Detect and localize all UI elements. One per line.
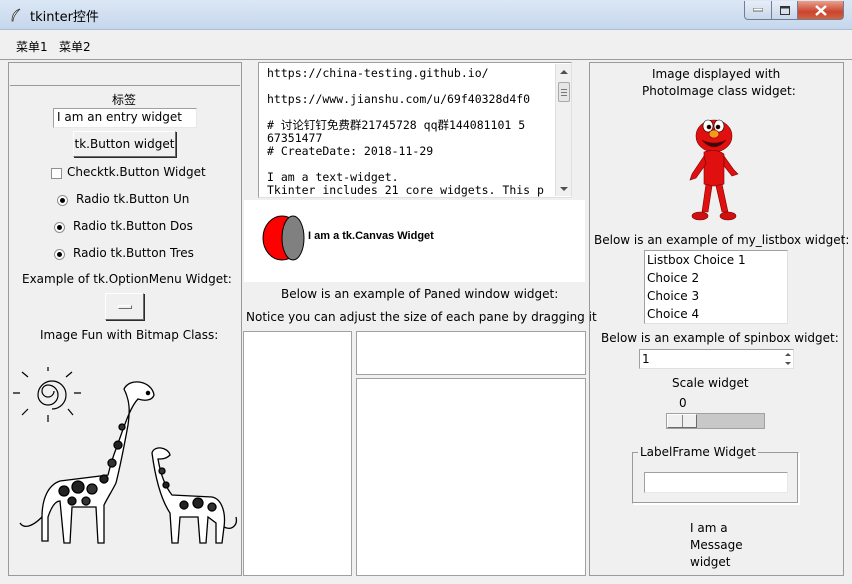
radio-tres-button[interactable] (54, 249, 65, 260)
canvas-oval-shape (262, 215, 305, 261)
scale-slider-handle[interactable] (667, 414, 697, 428)
photo-caption-1: Image displayed with (652, 67, 781, 81)
minimize-button[interactable] (744, 1, 772, 20)
radio-dos-label: Radio tk.Button Dos (73, 219, 193, 233)
scroll-thumb[interactable] (558, 82, 570, 102)
text-scrollbar[interactable] (555, 64, 571, 196)
labelframe-entry[interactable] (644, 472, 788, 493)
listbox-item[interactable]: Choice 4 (647, 307, 699, 321)
bitmap-caption: Image Fun with Bitmap Class: (40, 328, 219, 342)
scroll-up-icon[interactable] (560, 70, 568, 74)
scale-value: 0 (679, 396, 687, 410)
tag-label: 标签 (112, 93, 137, 107)
canvas-text: I am a tk.Canvas Widget (308, 230, 434, 242)
text-line: Tkinter includes 21 core widgets. This p (267, 183, 544, 197)
text-widget-content: https://china-testing.github.io/ https:/… (267, 67, 555, 197)
feather-icon (11, 8, 21, 22)
close-button[interactable] (797, 1, 844, 20)
message-widget: I am a Message widget (690, 520, 743, 571)
maximize-button[interactable] (771, 1, 798, 20)
message-line: Message (690, 538, 743, 552)
menu-item-2[interactable]: 菜单2 (59, 38, 91, 55)
radio-dot (60, 198, 65, 203)
radio-un-label: Radio tk.Button Un (76, 192, 190, 206)
listbox-widget[interactable]: Listbox Choice 1 Choice 2 Choice 3 Choic… (644, 250, 788, 324)
entry-widget[interactable]: I am an entry widget (53, 108, 197, 128)
giraffe-small-icon (151, 447, 238, 544)
close-icon (814, 4, 827, 16)
optionmenu-widget[interactable] (105, 293, 144, 320)
listbox-caption: Below is an example of my_listbox widget… (594, 233, 850, 247)
radio-dot (57, 225, 62, 230)
radio-dos-button[interactable] (54, 222, 65, 233)
paned-caption-1: Below is an example of Paned window widg… (281, 287, 559, 301)
tk-button-widget[interactable]: tk.Button widget (73, 131, 176, 157)
optionmenu-indicator-icon (117, 304, 132, 309)
check-widget-box[interactable] (51, 168, 62, 179)
listbox-item[interactable]: Listbox Choice 1 (647, 253, 746, 267)
message-line: I am a (690, 521, 728, 535)
sun-icon (13, 367, 81, 422)
text-line: # CreateDate: 2018-11-29 (267, 144, 434, 158)
text-line: https://www.jianshu.com/u/69f40328d4f0 (267, 92, 531, 106)
check-widget-label: Checktk.Button Widget (67, 165, 206, 179)
scroll-down-icon[interactable] (560, 187, 568, 191)
scale-caption: Scale widget (672, 376, 749, 390)
radio-dot (57, 252, 62, 257)
listbox-item[interactable]: Choice 2 (647, 271, 699, 285)
maximize-icon (779, 5, 790, 15)
canvas-widget[interactable]: I am a tk.Canvas Widget (244, 200, 585, 282)
text-line: https://china-testing.github.io/ (267, 67, 489, 80)
menu-item-1[interactable]: 菜单1 (16, 38, 48, 55)
spin-down-icon[interactable] (782, 359, 793, 368)
photo-caption-2: PhotoImage class widget: (642, 84, 796, 98)
radio-tres-label: Radio tk.Button Tres (73, 246, 194, 260)
app-window: tkinter控件 菜单1 菜单2 标签 I am an entry widge… (0, 0, 852, 584)
pane-left[interactable] (243, 331, 352, 576)
menu-bar: 菜单1 菜单2 (0, 31, 852, 60)
optionmenu-caption: Example of tk.OptionMenu Widget: (22, 272, 232, 286)
giraffe-bitmap-image (13, 367, 238, 544)
window-title: tkinter控件 (30, 10, 99, 25)
spinbox-caption: Below is an example of spinbox widget: (601, 331, 839, 345)
title-bar: tkinter控件 (0, 0, 852, 30)
spin-up-icon[interactable] (782, 350, 793, 359)
giraffe-large-icon (19, 381, 155, 544)
left-panel: 标签 I am an entry widget tk.Button widget… (8, 62, 242, 576)
listbox-item[interactable]: Choice 3 (647, 289, 699, 303)
scale-trough[interactable] (666, 413, 765, 429)
radio-un-button[interactable] (57, 195, 68, 206)
minimize-icon (753, 8, 763, 12)
text-widget[interactable]: https://china-testing.github.io/ https:/… (258, 62, 572, 198)
pane-top-right[interactable] (356, 331, 586, 375)
message-line: widget (690, 555, 731, 569)
pane-bottom-right[interactable] (356, 378, 586, 576)
labelframe-title: LabelFrame Widget (638, 445, 758, 459)
spinbox-value[interactable]: 1 (642, 352, 650, 366)
paned-caption-2: Notice you can adjust the size of each p… (246, 310, 597, 324)
spinbox-widget[interactable]: 1 (639, 349, 794, 369)
elmo-photo-image (689, 119, 739, 221)
